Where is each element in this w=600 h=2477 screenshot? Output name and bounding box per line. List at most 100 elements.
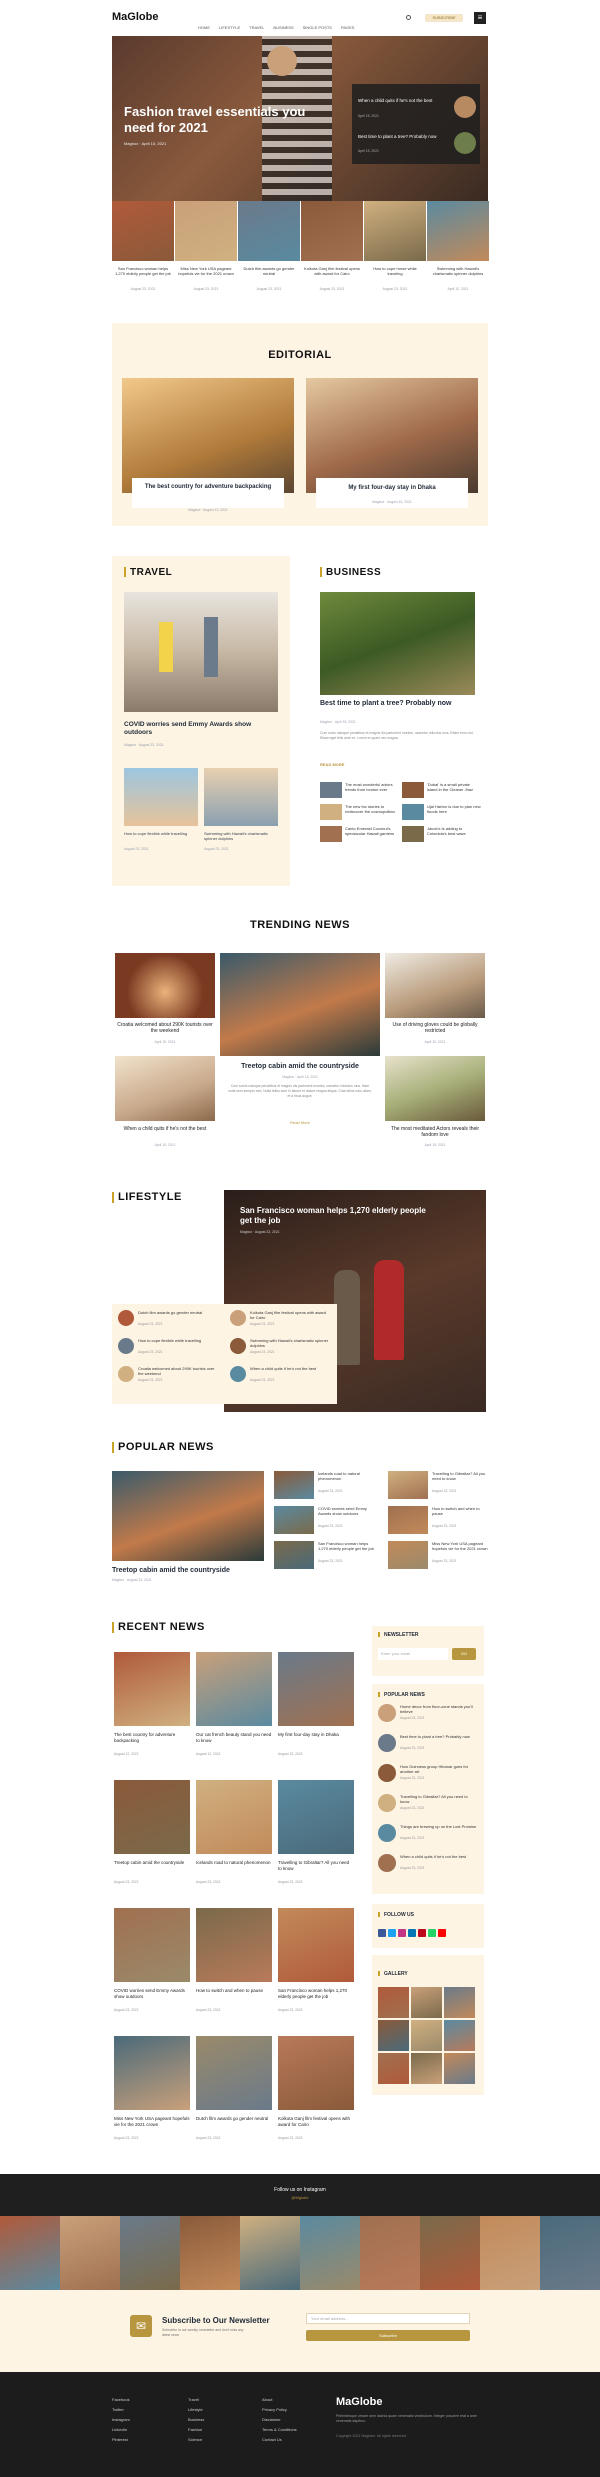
recent-image[interactable] bbox=[196, 1908, 272, 1982]
gallery-image[interactable] bbox=[444, 2053, 475, 2084]
instagram-image[interactable] bbox=[300, 2216, 360, 2290]
footer-logo[interactable]: MaGlobe bbox=[336, 2396, 382, 2408]
sidebar-popular-title[interactable]: Best time to plant a tree? Probably now bbox=[400, 1734, 478, 1739]
footer-link[interactable]: Terms & Conditions bbox=[262, 2427, 297, 2432]
recent-image[interactable] bbox=[114, 1652, 190, 1726]
nav-pages[interactable]: PAGES bbox=[341, 25, 355, 30]
instagram-image[interactable] bbox=[240, 2216, 300, 2290]
travel-small-image[interactable] bbox=[204, 768, 278, 826]
trending-title[interactable]: Croatia welcomed about 290K tourists ove… bbox=[115, 1022, 215, 1034]
social-icon[interactable] bbox=[408, 1929, 416, 1937]
lifestyle-thumb[interactable] bbox=[118, 1338, 134, 1354]
read-more-link[interactable]: Read More bbox=[220, 1120, 380, 1125]
travel-small-title[interactable]: How to cope flexible while travelling bbox=[124, 831, 198, 836]
nav-lifestyle[interactable]: LIFESTYLE bbox=[219, 25, 240, 30]
popular-item-title[interactable]: Icelands road to natural phenomenon bbox=[318, 1471, 376, 1481]
popular-item-title[interactable]: How to switch and when to pause bbox=[432, 1506, 490, 1516]
trending-title[interactable]: Use of driving gloves could be globally … bbox=[385, 1022, 485, 1034]
editorial-title[interactable]: The best country for adventure backpacki… bbox=[132, 483, 284, 491]
editorial-image[interactable] bbox=[306, 378, 478, 493]
footer-link[interactable]: Twitter bbox=[112, 2407, 124, 2412]
recent-image[interactable] bbox=[278, 2036, 354, 2110]
instagram-image[interactable] bbox=[120, 2216, 180, 2290]
gallery-image[interactable] bbox=[378, 2020, 409, 2051]
sidebar-popular-title[interactable]: Things are brewing up on the Lost Promis… bbox=[400, 1824, 478, 1829]
hero-side-thumb[interactable] bbox=[454, 96, 476, 118]
sidebar-popular-thumb[interactable] bbox=[378, 1734, 396, 1752]
business-list-thumb[interactable] bbox=[402, 804, 424, 820]
strip-image[interactable] bbox=[175, 201, 237, 261]
lifestyle-item-title[interactable]: Swimming with Hawaii's charismatic spinn… bbox=[250, 1338, 330, 1348]
strip-title[interactable]: San Francisco woman helps 1,270 elderly … bbox=[114, 266, 172, 276]
instagram-image[interactable] bbox=[180, 2216, 240, 2290]
sidebar-popular-thumb[interactable] bbox=[378, 1824, 396, 1842]
footer-link[interactable]: Fashion bbox=[188, 2427, 202, 2432]
social-icon[interactable] bbox=[418, 1929, 426, 1937]
sidebar-popular-title[interactable]: Home decor from floor-zone stands you'll… bbox=[400, 1704, 478, 1714]
hero-side-item[interactable]: Best time to plant a tree? Probably now bbox=[358, 134, 438, 140]
strip-image[interactable] bbox=[301, 201, 363, 261]
sidebar-popular-title[interactable]: Travelling to Gibraltar? All you need to… bbox=[400, 1794, 478, 1804]
nav-single-posts[interactable]: SINGLE POSTS bbox=[303, 25, 332, 30]
popular-thumb[interactable] bbox=[388, 1471, 428, 1499]
travel-small-image[interactable] bbox=[124, 768, 198, 826]
trending-center-image[interactable] bbox=[220, 953, 380, 1056]
footer-link[interactable]: Pinterest bbox=[112, 2437, 128, 2442]
social-icon[interactable] bbox=[428, 1929, 436, 1937]
recent-title[interactable]: COVID worries send Emmy Awards show outd… bbox=[114, 1988, 190, 1999]
trending-image[interactable] bbox=[385, 953, 485, 1018]
recent-title[interactable]: The best country for adventure backpacki… bbox=[114, 1732, 190, 1743]
subscribe-email-input[interactable]: Your email address... bbox=[306, 2313, 470, 2324]
gallery-image[interactable] bbox=[378, 2053, 409, 2084]
lifestyle-item-title[interactable]: How to cope flexible while travelling bbox=[138, 1338, 218, 1343]
subscribe-submit-button[interactable]: Subscribe bbox=[306, 2330, 470, 2341]
business-list-title[interactable]: The most wonderful arbors trends from lo… bbox=[345, 782, 399, 792]
gallery-image[interactable] bbox=[411, 2020, 442, 2051]
popular-item-title[interactable]: COVID worries send Emmy Awards show outd… bbox=[318, 1506, 376, 1516]
business-list-title[interactable]: Canto Emerald Coconut's spectacular Hawa… bbox=[345, 826, 399, 836]
hero-side-thumb[interactable] bbox=[454, 132, 476, 154]
sidebar-popular-thumb[interactable] bbox=[378, 1854, 396, 1872]
travel-main-title[interactable]: COVID worries send Emmy Awards show outd… bbox=[124, 721, 278, 737]
recent-title[interactable]: Treetop cabin amid the countryside bbox=[114, 1860, 190, 1866]
social-icon[interactable] bbox=[388, 1929, 396, 1937]
gallery-image[interactable] bbox=[444, 2020, 475, 2051]
business-list-thumb[interactable] bbox=[320, 826, 342, 842]
trending-title[interactable]: The most meditated Actors reveals their … bbox=[385, 1126, 485, 1138]
strip-title[interactable]: Kolkota Ganj film festival opens with aw… bbox=[303, 266, 361, 276]
footer-link[interactable]: Travel bbox=[188, 2397, 199, 2402]
strip-title[interactable]: Swimming with Hawaii's charismatic spinn… bbox=[429, 266, 487, 276]
trending-image[interactable] bbox=[115, 1056, 215, 1121]
sidebar-popular-thumb[interactable] bbox=[378, 1794, 396, 1812]
recent-title[interactable]: Kolkota Ganj film festival opens with aw… bbox=[278, 2116, 354, 2127]
footer-link[interactable]: About bbox=[262, 2397, 272, 2402]
instagram-image[interactable] bbox=[480, 2216, 540, 2290]
strip-title[interactable]: How to cope horse while traveling bbox=[366, 266, 424, 276]
gallery-image[interactable] bbox=[411, 1987, 442, 2018]
footer-link[interactable]: Facebook bbox=[112, 2397, 130, 2402]
recent-image[interactable] bbox=[196, 1652, 272, 1726]
footer-link[interactable]: Business bbox=[188, 2417, 204, 2422]
strip-image[interactable] bbox=[364, 201, 426, 261]
instagram-image[interactable] bbox=[360, 2216, 420, 2290]
business-list-thumb[interactable] bbox=[320, 804, 342, 820]
recent-title[interactable]: Miss New York USA pageant hopefuls vie f… bbox=[114, 2116, 190, 2127]
social-icon[interactable] bbox=[378, 1929, 386, 1937]
gallery-image[interactable] bbox=[444, 1987, 475, 2018]
business-list-title[interactable]: Ujal Harbor is due to plan new floods he… bbox=[427, 804, 481, 814]
business-list-title[interactable]: 'Dubai' is a small private island in the… bbox=[427, 782, 481, 792]
recent-image[interactable] bbox=[278, 1780, 354, 1854]
instagram-image[interactable] bbox=[540, 2216, 600, 2290]
strip-image[interactable] bbox=[238, 201, 300, 261]
recent-image[interactable] bbox=[196, 2036, 272, 2110]
editorial-image[interactable] bbox=[122, 378, 294, 493]
popular-thumb[interactable] bbox=[274, 1471, 314, 1499]
lifestyle-thumb[interactable] bbox=[118, 1310, 134, 1326]
trending-title[interactable]: When a child quits if he's not the best bbox=[115, 1126, 215, 1132]
popular-item-title[interactable]: Miss New York USA pageant hopefuls vie f… bbox=[432, 1541, 490, 1551]
business-main-image[interactable] bbox=[320, 592, 475, 695]
footer-link[interactable]: Lifestyle bbox=[188, 2407, 203, 2412]
nav-travel[interactable]: TRAVEL bbox=[249, 25, 264, 30]
hero-title[interactable]: Fashion travel essentials you need for 2… bbox=[124, 104, 324, 136]
popular-main-image[interactable] bbox=[112, 1471, 264, 1561]
